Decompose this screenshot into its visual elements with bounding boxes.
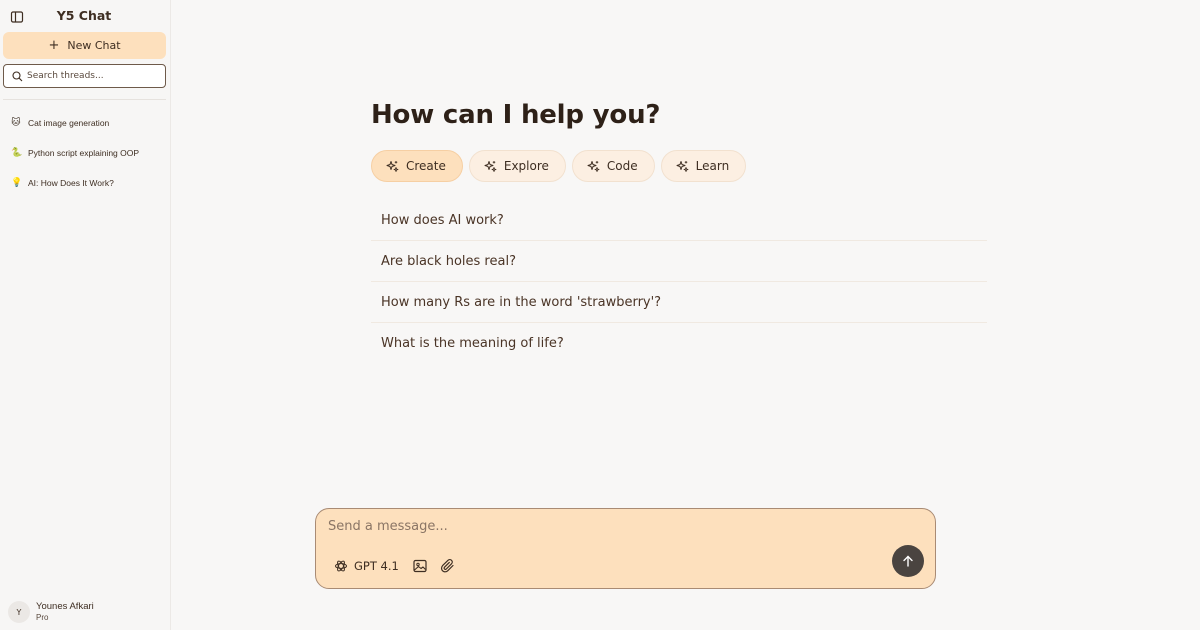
user-name: Younes Afkari: [36, 600, 94, 612]
thread-label: Python script explaining OOP: [28, 148, 140, 158]
sidebar-header: Y5 Chat: [0, 0, 171, 32]
openai-icon: [335, 560, 347, 572]
tab-label: Code: [606, 159, 638, 173]
cat-emoji-icon: 🐱: [11, 118, 21, 128]
thread-item[interactable]: 🐍 Python script explaining OOP: [0, 138, 171, 168]
tab-code[interactable]: Code: [571, 150, 655, 182]
suggestion-item[interactable]: How does AI work?: [371, 200, 987, 241]
model-selector[interactable]: GPT 4.1: [334, 557, 399, 575]
message-composer: GPT 4.1: [315, 508, 936, 589]
new-chat-label: New Chat: [67, 39, 121, 52]
suggestion-item[interactable]: What is the meaning of life?: [371, 323, 987, 364]
sidebar-divider: [3, 99, 166, 100]
sparkles-icon: [587, 160, 600, 172]
lightbulb-emoji-icon: 💡: [11, 178, 23, 188]
category-tabs: Create Explore Code Learn: [371, 150, 747, 182]
sparkles-icon: [386, 160, 399, 172]
thread-item[interactable]: 💡 AI: How Does It Work?: [0, 168, 171, 198]
tab-explore[interactable]: Explore: [468, 150, 566, 182]
app-title: Y5 Chat: [56, 8, 112, 23]
thread-item[interactable]: 🐱 Cat image generation: [0, 108, 171, 138]
thread-list: 🐱 Cat image generation 🐍 Python script e…: [0, 108, 171, 198]
paperclip-icon[interactable]: [440, 558, 456, 574]
arrow-up-icon: [903, 555, 913, 567]
suggestion-list: How does AI work? Are black holes real? …: [371, 200, 987, 364]
suggestion-item[interactable]: Are black holes real?: [371, 241, 987, 282]
thread-label: Cat image generation: [28, 118, 110, 128]
tab-label: Learn: [695, 159, 730, 173]
tab-create[interactable]: Create: [371, 150, 463, 182]
avatar: Y: [8, 601, 30, 623]
user-info: Younes Afkari Pro: [36, 600, 94, 622]
user-plan: Pro: [36, 612, 49, 622]
tab-label: Explore: [503, 159, 549, 173]
suggestion-item[interactable]: How many Rs are in the word 'strawberry'…: [371, 282, 987, 323]
search-threads-box[interactable]: [3, 64, 166, 88]
plus-icon: +: [48, 38, 60, 53]
sparkles-icon: [484, 160, 497, 172]
page-title: How can I help you?: [371, 100, 661, 130]
tab-label: Create: [406, 159, 446, 173]
thread-label: AI: How Does It Work?: [28, 178, 114, 188]
image-icon[interactable]: [412, 558, 428, 574]
sparkles-icon: [676, 160, 689, 172]
tab-learn[interactable]: Learn: [660, 150, 747, 182]
model-label: GPT 4.1: [354, 559, 399, 573]
new-chat-button[interactable]: + New Chat: [3, 32, 166, 59]
message-input[interactable]: [328, 519, 888, 541]
search-threads-input[interactable]: [27, 71, 157, 81]
sidebar: Y5 Chat + New Chat 🐱 Cat image generatio…: [0, 0, 171, 630]
send-button[interactable]: [892, 545, 924, 577]
user-profile[interactable]: Y Younes Afkari Pro: [8, 600, 168, 624]
snake-emoji-icon: 🐍: [11, 148, 23, 158]
search-icon: [12, 70, 23, 81]
